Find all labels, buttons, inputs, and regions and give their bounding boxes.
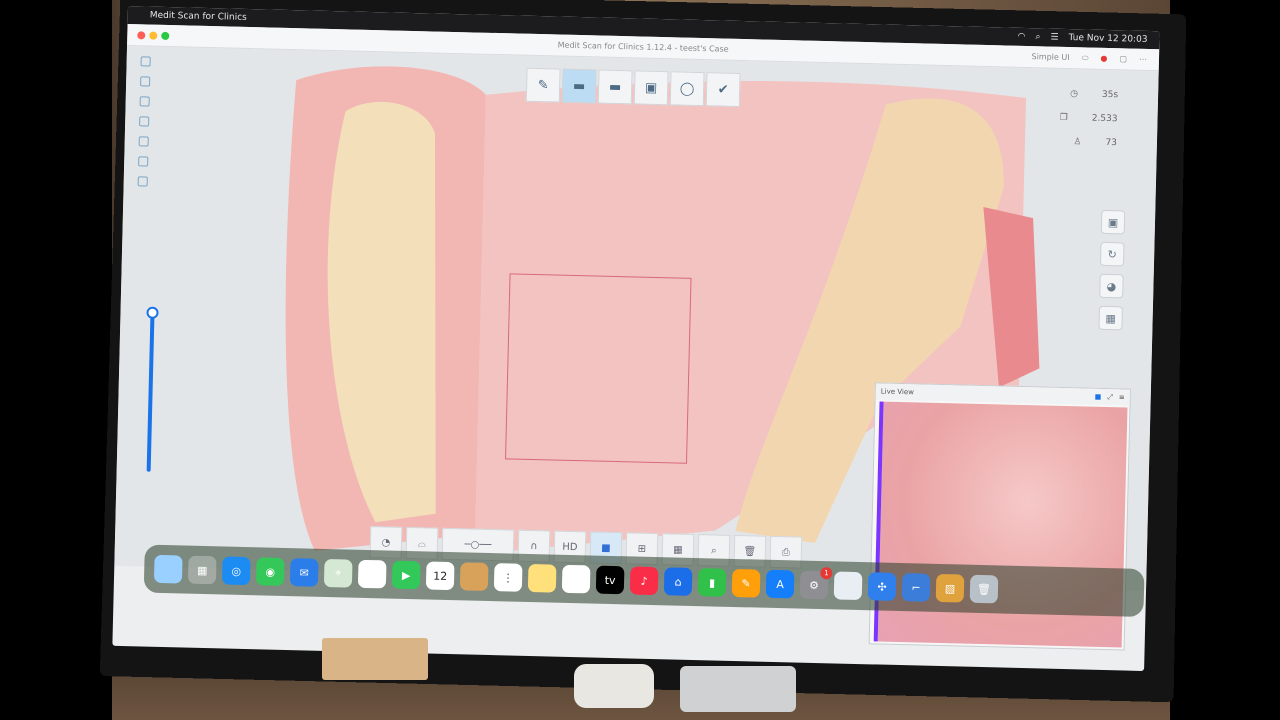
mac-mini bbox=[680, 666, 796, 712]
archive-icon[interactable]: ▧ bbox=[935, 573, 965, 603]
more-icon[interactable]: ⋯ bbox=[1139, 55, 1147, 64]
camera-icon[interactable]: ▢ bbox=[1119, 54, 1127, 63]
photos-icon[interactable]: ✿ bbox=[357, 559, 387, 589]
launchpad-icon[interactable]: ▦ bbox=[187, 555, 217, 585]
reminders-icon[interactable]: ⋮ bbox=[493, 563, 523, 592]
photo-scene: Medit Scan for Clinics ◠ ⌕ ☰ Tue Nov 12 … bbox=[0, 0, 1280, 720]
tool-icon-5[interactable] bbox=[138, 136, 149, 147]
scan-stats: ◷ 35s ❐ 2.533 ♙ 73 bbox=[1059, 89, 1119, 149]
system-settings-icon[interactable]: ⚙ 1 bbox=[799, 567, 833, 600]
app-store-icon[interactable]: A bbox=[765, 569, 795, 599]
camera-icon[interactable]: ▣ bbox=[1100, 209, 1126, 235]
notes-icon[interactable] bbox=[527, 563, 557, 593]
facetime-icon[interactable]: ▶ bbox=[391, 560, 421, 590]
numbers-icon[interactable]: ▮ bbox=[697, 568, 727, 597]
safari-icon[interactable]: ◎ bbox=[221, 556, 251, 586]
live-view-title: Live View bbox=[880, 387, 915, 397]
control-center-icon[interactable]: ☰ bbox=[1050, 33, 1058, 43]
wifi-icon[interactable]: ◠ bbox=[1017, 32, 1025, 42]
scan-stat-3: 73 bbox=[1105, 137, 1118, 149]
menu-app-name[interactable]: Medit Scan for Clinics bbox=[150, 11, 247, 23]
color-palette-icon[interactable]: ◕ bbox=[1099, 273, 1124, 299]
calendar-icon[interactable]: 12 bbox=[425, 561, 455, 591]
messages-icon[interactable]: ◉ bbox=[255, 557, 285, 586]
tooth-icon: ♙ bbox=[1073, 137, 1082, 148]
disabled-stage-icon[interactable]: ◯ bbox=[669, 71, 705, 107]
screen: Medit Scan for Clinics ◠ ⌕ ☰ Tue Nov 12 … bbox=[112, 6, 1160, 672]
record-icon[interactable]: ● bbox=[1100, 54, 1107, 63]
notification-badge: 1 bbox=[820, 567, 833, 580]
music-icon[interactable]: ♪ bbox=[629, 566, 659, 596]
tv-icon[interactable]: tv bbox=[595, 565, 625, 595]
right-toolbar: ▣ ↻ ◕ ▦ bbox=[1098, 209, 1126, 331]
keynote-icon[interactable]: ⌂ bbox=[663, 567, 693, 596]
tool-icon-3[interactable] bbox=[139, 96, 150, 107]
mail-icon[interactable]: ✉ bbox=[289, 558, 319, 587]
edit-pencil-icon[interactable]: ✎ bbox=[525, 67, 561, 103]
tool-icon-7[interactable] bbox=[137, 176, 148, 187]
scan-frame-rectangle bbox=[505, 273, 692, 464]
tool-icon-2[interactable] bbox=[140, 76, 151, 87]
mandible-stage-icon[interactable]: ▬ bbox=[597, 69, 633, 105]
checkmark-icon[interactable]: ✔ bbox=[705, 72, 741, 107]
search-icon[interactable]: ⌕ bbox=[1035, 32, 1040, 42]
pages-icon[interactable]: ✎ bbox=[731, 568, 761, 598]
medit-link-icon[interactable]: ✣ bbox=[867, 572, 897, 601]
scan-stage-toolbar: ✎ ▬ ▬ ▣ ◯ ✔ bbox=[525, 67, 741, 107]
scan-time: 35s bbox=[1101, 89, 1119, 101]
rotate-icon[interactable]: ↻ bbox=[1099, 241, 1125, 267]
finder-icon[interactable] bbox=[153, 554, 183, 584]
wooden-box bbox=[322, 638, 428, 680]
tool-icon-1[interactable] bbox=[140, 56, 151, 67]
app-icon-blank[interactable] bbox=[833, 571, 863, 601]
scan-stat-2: 2.533 bbox=[1091, 113, 1118, 125]
trash-icon[interactable]: 🗑 bbox=[969, 574, 999, 604]
medit-scan-icon[interactable]: ⌐ bbox=[901, 573, 931, 602]
homepod-mini bbox=[574, 664, 654, 708]
maxilla-stage-icon[interactable]: ▬ bbox=[561, 68, 597, 104]
freeform-icon[interactable]: ◍ bbox=[561, 564, 591, 594]
layers-icon: ❐ bbox=[1059, 112, 1068, 123]
maps-icon[interactable]: ⌖ bbox=[323, 558, 353, 588]
reliability-map-icon[interactable]: ▦ bbox=[1098, 305, 1123, 331]
clock-icon: ◷ bbox=[1069, 89, 1079, 100]
tool-icon-6[interactable] bbox=[138, 156, 149, 167]
calendar-date: 12 bbox=[433, 569, 448, 583]
live-view-layout-icon[interactable]: ■ bbox=[1095, 392, 1102, 401]
contacts-icon[interactable] bbox=[459, 562, 489, 591]
live-view-resize-icon[interactable]: ⤢ bbox=[1107, 393, 1113, 402]
live-view-menu-icon[interactable]: ≡ bbox=[1119, 393, 1125, 402]
tool-icon-4[interactable] bbox=[139, 116, 150, 127]
toggle-icon[interactable]: ⬭ bbox=[1082, 53, 1089, 63]
occlusion-stage-icon[interactable]: ▣ bbox=[633, 70, 669, 106]
menu-datetime[interactable]: Tue Nov 12 20:03 bbox=[1068, 33, 1147, 45]
simple-ui-toggle-label: Simple UI bbox=[1031, 52, 1070, 63]
